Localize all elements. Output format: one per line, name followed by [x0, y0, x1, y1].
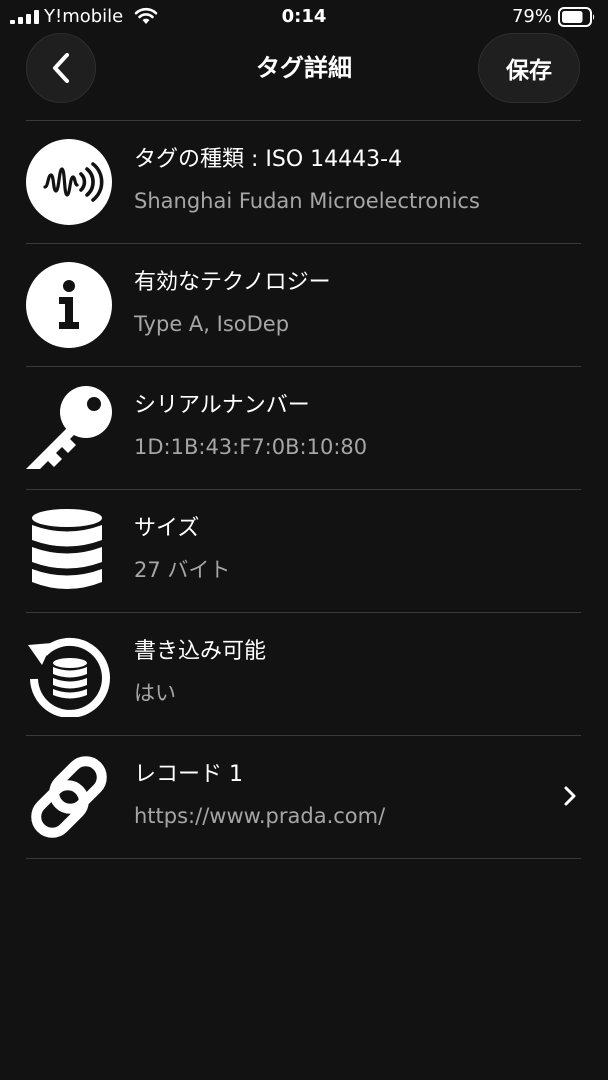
row-title: 書き込み可能 — [134, 639, 267, 664]
row-value: Shanghai Fudan Microelectronics — [134, 189, 480, 213]
list-item-tag-type: タグの種類 : ISO 14443-4 Shanghai Fudan Micro… — [26, 121, 581, 244]
nfc-waveform-icon — [26, 139, 112, 225]
row-title: 有効なテクノロジー — [134, 270, 331, 295]
row-value: Type A, IsoDep — [134, 312, 290, 336]
status-bar: Y!mobile 0:14 79% — [0, 0, 608, 34]
row-value: はい — [134, 681, 176, 705]
info-icon — [26, 262, 112, 348]
row-title: サイズ — [134, 516, 200, 541]
row-value: https://www.prada.com/ — [134, 804, 386, 828]
list-item-writable: 書き込み可能 はい — [26, 613, 581, 736]
database-icon — [32, 509, 102, 589]
row-title: レコード 1 — [134, 762, 243, 787]
list-item-record-1[interactable]: レコード 1 https://www.prada.com/ — [26, 736, 581, 859]
key-icon — [26, 386, 112, 469]
list-item-size: サイズ 27 バイト — [26, 490, 581, 613]
list-item-technologies: 有効なテクノロジー Type A, IsoDep — [26, 244, 581, 367]
row-value: 1D:1B:43:F7:0B:10:80 — [134, 435, 368, 459]
tag-detail-list: タグの種類 : ISO 14443-4 Shanghai Fudan Micro… — [26, 120, 581, 859]
battery-percentage: 79% — [511, 6, 552, 27]
row-title: タグの種類 : ISO 14443-4 — [134, 147, 403, 172]
row-value: 27 バイト — [134, 558, 231, 582]
rewrite-database-icon — [28, 637, 110, 717]
list-item-serial-number: シリアルナンバー 1D:1B:43:F7:0B:10:80 — [26, 367, 581, 490]
row-title: シリアルナンバー — [134, 393, 310, 418]
chevron-right-icon — [564, 786, 576, 806]
link-icon — [31, 756, 107, 838]
save-button[interactable]: 保存 — [478, 33, 580, 103]
battery-icon — [558, 7, 595, 27]
